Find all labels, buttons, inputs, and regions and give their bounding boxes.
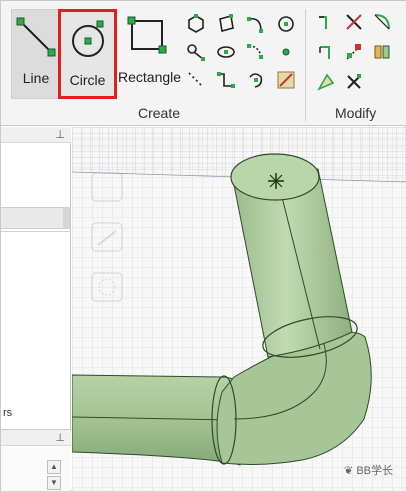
extend-icon[interactable] [315, 41, 337, 63]
ribbon-group-divider [305, 9, 306, 121]
rectangle-button-label: Rectangle [118, 69, 182, 85]
properties-panel-header: ⊥ [1, 430, 71, 446]
panel-tab-fragment: rs [3, 407, 13, 419]
properties-panel: ⊥ ▲ ▼ [1, 429, 71, 491]
tree-selected-row[interactable] [1, 207, 63, 229]
rectangle-icon [124, 13, 170, 59]
panel-header: ⊥ [1, 127, 71, 143]
polygon-icon[interactable] [185, 13, 207, 35]
structure-panel: ⊥ rs ⊥ ▲ ▼ [1, 127, 71, 491]
tangent-icon[interactable] [185, 41, 207, 63]
spline-icon[interactable] [215, 69, 237, 91]
circle-icon [65, 16, 111, 62]
panel-scrollbar[interactable] [63, 207, 70, 229]
app-window: Line Circle Rectangle Create Modify ⊥ rs… [0, 0, 406, 491]
sketch-pencil-icon[interactable] [275, 69, 297, 91]
create-group-label: Create [138, 105, 181, 121]
line-icon [13, 14, 59, 60]
arc-icon[interactable] [245, 13, 267, 35]
properties-pin-icon[interactable]: ⊥ [55, 431, 65, 444]
line-button-label: Line [22, 70, 50, 86]
modify-group-label: Modify [335, 105, 377, 121]
arc-three-point-icon[interactable] [245, 41, 267, 63]
ellipse-icon[interactable] [215, 41, 237, 63]
move-icon[interactable] [315, 71, 337, 93]
mirror-icon[interactable] [371, 41, 393, 63]
ribbon-toolbar: Line Circle Rectangle Create Modify [1, 1, 406, 126]
circle-button[interactable]: Circle [58, 9, 117, 99]
design-canvas[interactable] [72, 127, 406, 491]
delete-icon[interactable] [343, 71, 365, 93]
circle-button-label: Circle [69, 72, 106, 88]
circle-center-icon[interactable] [275, 13, 297, 35]
point-icon[interactable] [275, 41, 297, 63]
pin-icon[interactable]: ⊥ [55, 128, 65, 141]
watermark: ❦ BB学长 [344, 462, 393, 478]
3d-viewport[interactable]: ❦ BB学长 [72, 127, 406, 491]
arc-tangent-icon[interactable] [245, 69, 267, 91]
rectangle-button[interactable]: Rectangle [118, 9, 182, 99]
watermark-text: BB学长 [356, 465, 393, 477]
trim-icon[interactable] [315, 11, 337, 33]
split-icon[interactable] [343, 11, 365, 33]
dotted-line-icon[interactable] [185, 69, 207, 91]
scroll-up-icon[interactable]: ▲ [47, 460, 61, 474]
tube-top-cap[interactable] [230, 153, 320, 201]
wechat-icon: ❦ [344, 465, 354, 477]
scroll-down-icon[interactable]: ▼ [47, 476, 61, 490]
offset-icon[interactable] [343, 41, 365, 63]
line-button[interactable]: Line [11, 9, 61, 99]
rotated-rectangle-icon[interactable] [215, 13, 237, 35]
fillet-icon[interactable] [371, 11, 393, 33]
panel-divider [1, 231, 71, 232]
